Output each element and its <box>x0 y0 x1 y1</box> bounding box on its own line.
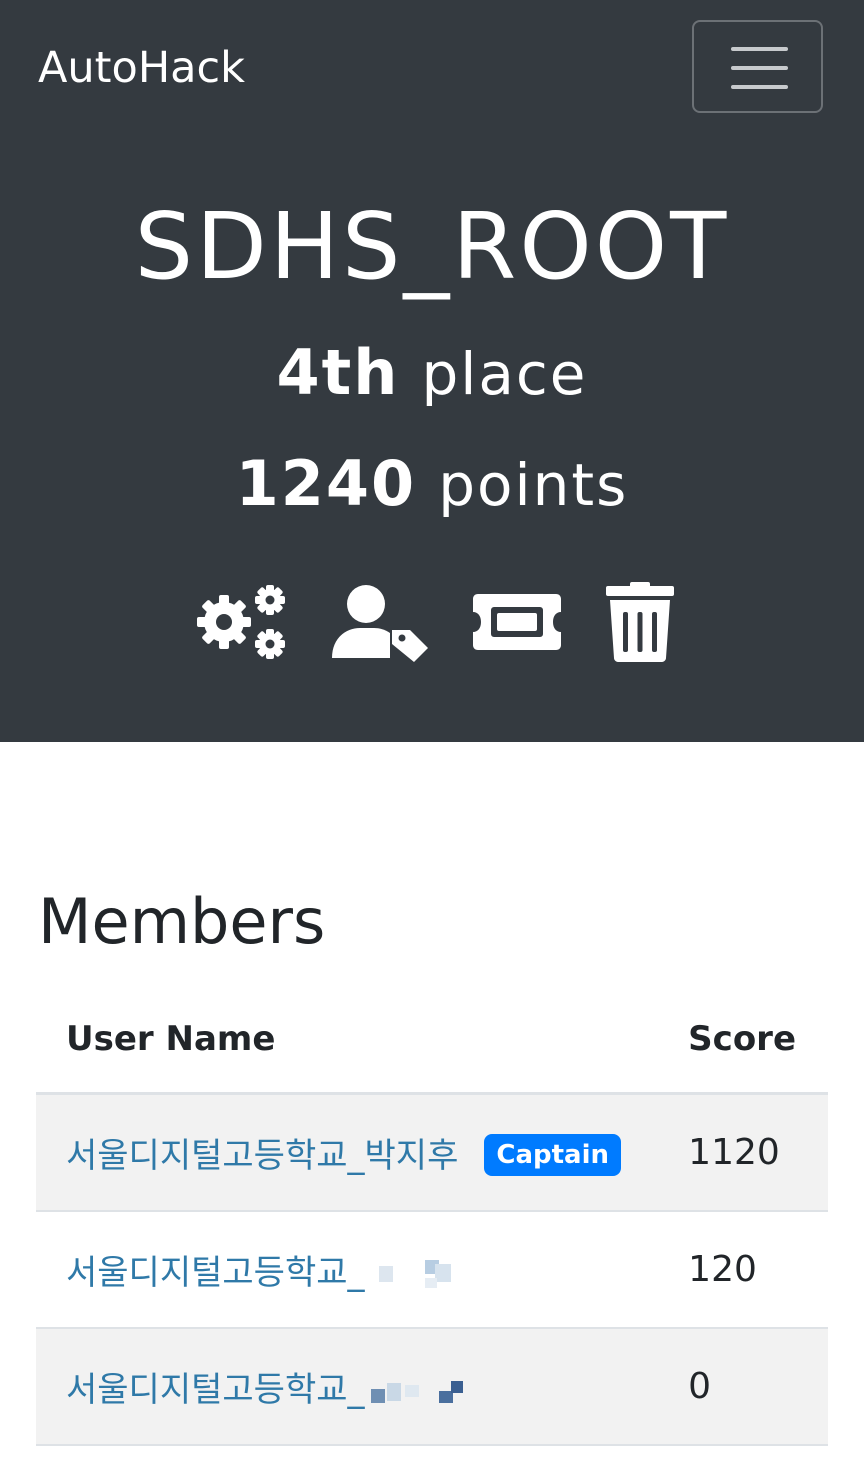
delete-team-button[interactable] <box>604 582 676 662</box>
table-row: 서울디지털고등학교_ 0 <box>36 1328 828 1446</box>
ticket-icon <box>473 594 561 650</box>
score-cell: 0 <box>658 1328 828 1446</box>
members-table: User Name Score 서울디지털고등학교_박지후 Captain 112… <box>36 986 828 1446</box>
user-link[interactable]: 서울디지털고등학교_ <box>66 1370 365 1410</box>
user-name-cell: 서울디지털고등학교_박지후 Captain <box>36 1093 659 1212</box>
trash-icon <box>606 582 674 662</box>
table-row: 서울디지털고등학교_ 120 <box>36 1211 828 1329</box>
table-row: 서울디지털고등학교_박지후 Captain 1120 <box>36 1093 828 1212</box>
score-cell: 120 <box>658 1211 828 1329</box>
user-tag-icon <box>332 585 428 662</box>
team-members-button[interactable] <box>330 582 430 662</box>
redacted-name <box>365 1254 475 1294</box>
team-actions <box>0 582 864 662</box>
captain-badge: Captain <box>484 1134 621 1176</box>
user-link[interactable]: 서울디지털고등학교_박지후 <box>66 1136 458 1176</box>
column-header-user-name: User Name <box>36 986 659 1095</box>
team-ticket-button[interactable] <box>472 582 562 662</box>
points-word: points <box>438 451 629 519</box>
user-name-cell: 서울디지털고등학교_ <box>36 1328 659 1446</box>
user-link[interactable]: 서울디지털고등학교_ <box>66 1253 365 1293</box>
team-name: SDHS_ROOT <box>134 193 730 300</box>
column-header-score: Score <box>658 986 828 1095</box>
user-name-cell: 서울디지털고등학교_ <box>36 1211 659 1329</box>
place-word: place <box>421 340 588 408</box>
hamburger-menu-icon <box>731 47 788 51</box>
place-number: 4th <box>276 336 400 409</box>
table-header-row: User Name Score <box>36 986 828 1095</box>
redacted-name <box>365 1371 475 1411</box>
team-settings-button[interactable] <box>190 582 288 662</box>
members-title: Members <box>38 885 326 958</box>
brand-link[interactable]: AutoHack <box>38 40 245 96</box>
gears-icon <box>197 585 285 659</box>
points-number: 1240 <box>235 447 417 520</box>
navbar: AutoHack <box>0 0 864 130</box>
team-header: SDHS_ROOT 4th place 1240 points <box>0 130 864 742</box>
team-points: 1240 points <box>0 446 864 523</box>
team-place: 4th place <box>0 335 864 412</box>
score-cell: 1120 <box>658 1093 828 1212</box>
menu-toggle-button[interactable] <box>692 20 823 113</box>
